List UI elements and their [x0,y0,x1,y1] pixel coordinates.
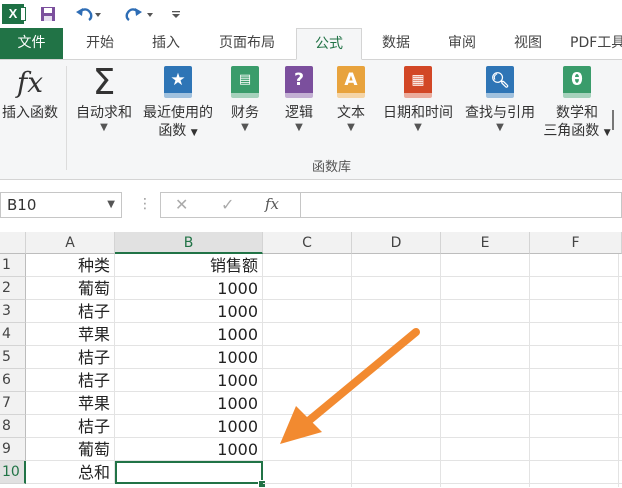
chevron-down-icon: ▼ [295,122,303,133]
cell-b8[interactable]: 1000 [115,415,263,438]
splitter-icon[interactable]: ⋮ [138,196,152,212]
insert-function-fx-icon[interactable]: fx [265,195,279,213]
finance-book-icon: ▤ [231,66,259,98]
tab-home[interactable]: 开始 [72,28,128,59]
column-header-c[interactable]: C [263,232,352,254]
chevron-down-icon[interactable]: ▼ [107,193,115,217]
enter-check-icon[interactable]: ✓ [221,195,234,214]
cell-b7[interactable]: 1000 [115,392,263,415]
cell-a5[interactable]: 桔子 [26,346,115,369]
row-header[interactable]: 1 [0,254,26,277]
column-header-d[interactable]: D [352,232,441,254]
tab-insert[interactable]: 插入 [138,28,194,59]
magnifier-book-icon: 🔍︎ [486,66,514,98]
cell-a3[interactable]: 桔子 [26,300,115,323]
tab-page-layout[interactable]: 页面布局 [206,28,288,59]
row-header[interactable]: 7 [0,392,26,415]
text-button[interactable]: A 文本 ▼ [328,66,374,134]
row-header-selected[interactable]: 10 [0,461,26,484]
cell-a10[interactable]: 总和 [26,461,115,484]
date-time-button[interactable]: ▦ 日期和时间 ▼ [378,66,458,134]
tab-view[interactable]: 视图 [500,28,556,59]
chevron-down-icon: ▼ [100,122,108,133]
tab-data[interactable]: 数据 [368,28,424,59]
chevron-down-icon: ▼ [603,128,611,138]
customize-toolbar-icon[interactable] [168,3,184,25]
undo-icon[interactable] [74,3,102,25]
chevron-down-icon: ▼ [190,128,198,138]
question-book-icon: ? [285,66,313,98]
row-header[interactable]: 3 [0,300,26,323]
column-header-a[interactable]: A [26,232,115,254]
cell-b3[interactable]: 1000 [115,300,263,323]
cell-b10-selected[interactable] [115,461,263,484]
math-trig-button[interactable]: θ 数学和 三角函数 ▼ [540,66,614,142]
chevron-down-icon: ▼ [347,122,355,133]
calendar-book-icon: ▦ [404,66,432,98]
tab-formulas[interactable]: 公式 [296,28,362,60]
row-header[interactable]: 2 [0,277,26,300]
formula-input[interactable] [300,192,622,218]
cell-a2[interactable]: 葡萄 [26,277,115,300]
sigma-icon: Σ [92,62,116,103]
cell-b4[interactable]: 1000 [115,323,263,346]
text-book-icon: A [337,66,365,98]
cell-a9[interactable]: 葡萄 [26,438,115,461]
row-header[interactable]: 4 [0,323,26,346]
quick-access-toolbar: X [0,0,622,28]
chevron-down-icon: ▼ [496,122,504,133]
cell-a8[interactable]: 桔子 [26,415,115,438]
row-header[interactable]: 5 [0,346,26,369]
row-header[interactable]: 9 [0,438,26,461]
column-header-e[interactable]: E [441,232,530,254]
ribbon-tab-bar: 文件 开始 插入 页面布局 公式 数据 审阅 视图 PDF工具 [0,28,622,60]
row-header[interactable]: 8 [0,415,26,438]
cell-a4[interactable]: 苹果 [26,323,115,346]
annotation-arrow-icon [280,328,420,444]
cell-b2[interactable]: 1000 [115,277,263,300]
tab-review[interactable]: 审阅 [434,28,490,59]
cell-b9[interactable]: 1000 [115,438,263,461]
financial-button[interactable]: ▤ 财务 ▼ [222,66,268,134]
chevron-down-icon: ▼ [241,122,249,133]
more-icon[interactable] [612,110,622,130]
fx-icon: fx [16,66,44,99]
formula-buttons: ✕ ✓ fx [160,192,300,218]
save-icon[interactable] [38,3,58,25]
recently-used-button[interactable]: ★ 最近使用的 函数 ▼ [138,66,218,142]
star-book-icon: ★ [164,66,192,98]
theta-book-icon: θ [563,66,591,98]
autosum-button[interactable]: Σ 自动求和 ▼ [72,62,136,134]
logical-button[interactable]: ? 逻辑 ▼ [276,66,322,134]
group-label-function-library: 函数库 [312,160,352,175]
insert-function-button[interactable]: fx 插入函数 [0,66,60,122]
cell-a6[interactable]: 桔子 [26,369,115,392]
tab-pdf-tools[interactable]: PDF工具 [570,28,622,59]
cell-b5[interactable]: 1000 [115,346,263,369]
column-header-f[interactable]: F [530,232,622,254]
row-header[interactable]: 6 [0,369,26,392]
redo-icon[interactable] [120,3,154,25]
separator [66,66,67,170]
chevron-down-icon: ▼ [414,122,422,133]
cancel-icon[interactable]: ✕ [175,195,188,214]
tab-file[interactable]: 文件 [0,28,63,59]
ribbon-formulas: fx 插入函数 Σ 自动求和 ▼ ★ 最近使用的 函数 ▼ ▤ 财务 ▼ ? 逻… [0,60,622,180]
cell-b6[interactable]: 1000 [115,369,263,392]
excel-logo: X [2,4,26,24]
select-all-corner[interactable] [0,232,26,254]
cell-a1[interactable]: 种类 [26,254,115,277]
lookup-reference-button[interactable]: 🔍︎ 查找与引用 ▼ [460,66,540,134]
name-box[interactable]: B10 ▼ [0,192,122,218]
column-header-b[interactable]: B [115,232,263,254]
cell-b1[interactable]: 销售额 [115,254,263,277]
cell-a7[interactable]: 苹果 [26,392,115,415]
